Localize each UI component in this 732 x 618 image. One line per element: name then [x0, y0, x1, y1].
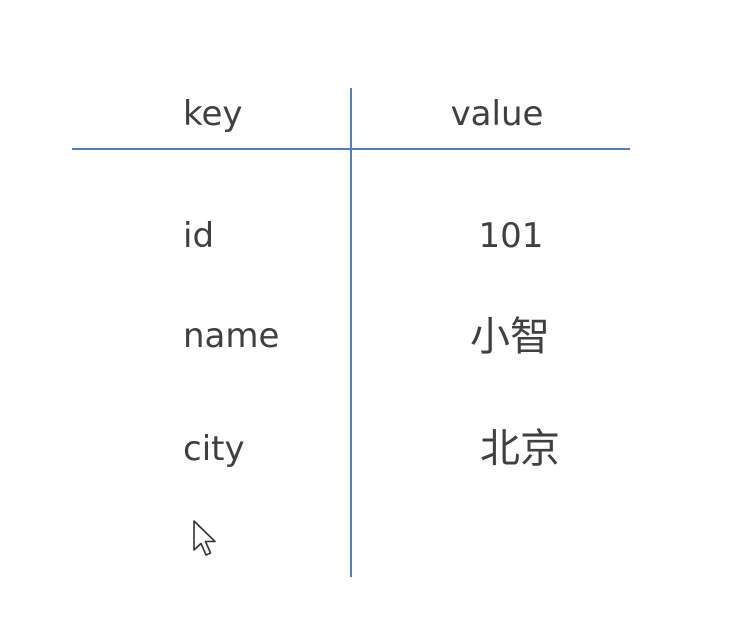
row-value-id: 101 [478, 216, 544, 256]
mouse-pointer-icon [193, 520, 216, 556]
row-value-city: 北京 [480, 426, 560, 472]
header-value-label: value [450, 94, 544, 134]
key-value-diagram: key value id 101 name 小智 city 北京 [0, 0, 732, 618]
row-key-name: name [183, 316, 280, 356]
row-key-id: id [183, 216, 215, 256]
header-key-label: key [183, 94, 243, 134]
column-divider-line [350, 88, 352, 577]
row-key-city: city [183, 429, 245, 469]
row-value-name: 小智 [470, 314, 550, 360]
